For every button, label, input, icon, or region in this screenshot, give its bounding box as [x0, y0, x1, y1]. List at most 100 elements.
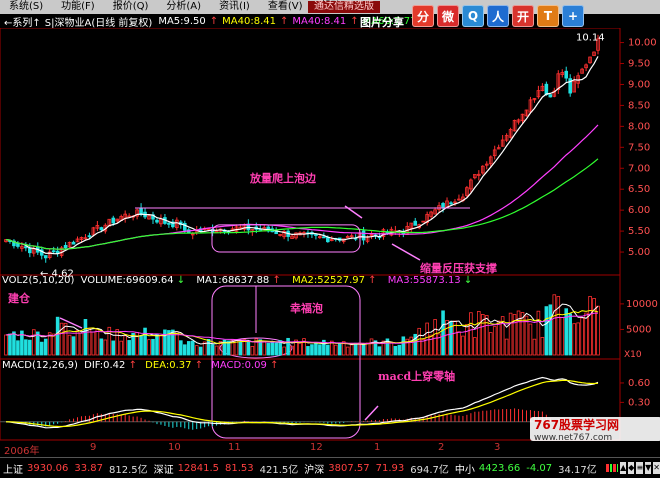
annot-macd-cross: macd上穿零轴 [378, 370, 456, 383]
ma5-line [5, 56, 599, 255]
status-change-2: 71.93 [375, 462, 405, 474]
annot-breakout: 放量爬上泡边 [250, 172, 316, 185]
status-change-3: -4.07 [526, 462, 553, 474]
macd-dif-arrow: ↑ [128, 360, 137, 371]
promo-banner[interactable]: 通达信精选版 [308, 1, 380, 13]
candle-body [564, 70, 569, 79]
nav-arrows[interactable]: ←系列↑ [0, 14, 45, 29]
vol-ma1: MA1:68637.88 [196, 275, 270, 286]
volume-bar [469, 312, 473, 356]
renren-icon[interactable]: 人 [487, 5, 509, 27]
volume-bar [55, 316, 60, 356]
volume-bar [508, 312, 513, 356]
price-axis-label-7: 6.50 [628, 184, 650, 195]
statusbar-tool-icon-2[interactable]: ≡ [636, 462, 644, 474]
volume-bar [28, 339, 32, 356]
share-a-icon[interactable]: 分 [412, 5, 434, 27]
ma40b-arrow: ↑ [350, 15, 359, 27]
statusbar-tool-icon-0[interactable]: ▲ [620, 462, 627, 474]
volume-bar [536, 310, 541, 356]
volume-bar [477, 311, 481, 356]
tianya-icon[interactable]: T [537, 5, 559, 27]
menu-item-3[interactable]: 分析(A) [157, 0, 210, 14]
price-axis-label-6: 7.00 [628, 163, 650, 174]
volume-bar [306, 346, 310, 356]
volume-bar [95, 328, 100, 356]
statusbar-tool-icon-4[interactable]: ✕ [653, 462, 660, 474]
volume-bar [564, 308, 569, 356]
menu-item-1[interactable]: 功能(F) [52, 0, 104, 14]
volume-bar [492, 326, 497, 356]
volume-bar [99, 338, 104, 356]
volume-bar [210, 344, 215, 356]
volume-bar [333, 344, 338, 356]
volume-bar [588, 296, 592, 356]
volume-bar [262, 341, 267, 356]
weibo-icon[interactable]: 微 [437, 5, 459, 27]
volume-bar [179, 340, 183, 356]
volume-bar [127, 340, 131, 356]
volume-bar [365, 342, 370, 356]
site-watermark: 767股票学习网 www.net767.com [530, 417, 660, 443]
volume-bar [540, 336, 545, 356]
macd-axis-label-0: 0.60 [628, 378, 650, 389]
volume-bar [71, 336, 76, 356]
candle-body [449, 202, 453, 205]
candle-body [63, 245, 68, 249]
candle-body [548, 94, 553, 98]
menu-item-2[interactable]: 报价(Q) [104, 0, 158, 14]
volume-bar [433, 319, 437, 356]
candle-body [16, 243, 20, 247]
qq-weibo-icon[interactable]: Q [462, 5, 484, 27]
watermark-title: 767股票学习网 [534, 417, 620, 432]
volume-bar [560, 317, 565, 356]
volume-bar [39, 341, 44, 356]
macd-histogram [9, 408, 599, 430]
statusbar-tool-icon-3[interactable]: ▼ [645, 462, 652, 474]
candle-body [322, 236, 326, 239]
macd-dea: DEA:0.37 [145, 360, 192, 371]
volume-bar [516, 310, 521, 356]
menu-item-0[interactable]: 系统(S) [0, 0, 52, 14]
index-status-bar: 上证 3930.06 33.87 812.5亿 深证 12841.5 81.53 421.5亿… [0, 457, 660, 478]
kline-chart[interactable]: 10.00 9.50 9.00 8.50 8.00 7.50 7.00 6.50 6.00 5.5… [0, 28, 660, 470]
candle-body [326, 237, 330, 243]
kaixin-icon[interactable]: 开 [512, 5, 534, 27]
volume-bar [246, 340, 251, 356]
volume-bar [457, 331, 461, 356]
menu-item-4[interactable]: 资讯(I) [210, 0, 259, 14]
volume-bar [143, 327, 147, 356]
time-label-7: 3 [494, 442, 501, 453]
volume-bar [389, 342, 394, 356]
statusbar-tool-icon-1[interactable]: ◆ [628, 462, 635, 474]
candle-body [544, 83, 549, 95]
volume-bar [250, 346, 255, 356]
status-value-0: 3930.06 [27, 462, 69, 474]
ma40-arrow: ↑ [280, 15, 289, 27]
volume-bar [576, 322, 580, 356]
status-value-3: 4423.66 [478, 462, 521, 474]
stock-title: S|深物业A(日线 前复权) [44, 17, 153, 29]
macd-axis-label-1: 0.30 [628, 397, 650, 408]
volume-bar [274, 342, 278, 356]
menu-item-5[interactable]: 查看(V) [259, 0, 312, 14]
volume-bar [548, 304, 553, 356]
volume-bar [147, 339, 151, 356]
support-pointer [391, 243, 421, 261]
volume-bar [163, 329, 167, 356]
price-axis-label-3: 8.50 [628, 100, 650, 111]
volume-bar [206, 339, 211, 356]
volume-bar [270, 342, 274, 356]
plus-share-icon[interactable]: + [562, 5, 584, 27]
volume-bar [318, 344, 322, 356]
macd-dea-arrow: ↑ [194, 360, 204, 371]
volume-bar [445, 319, 449, 356]
volume-bar [298, 342, 302, 356]
volume-bar [349, 344, 354, 356]
candle-body [314, 234, 318, 236]
vol-ma1-arrow: ↑ [272, 275, 281, 286]
time-label-2: 10 [168, 442, 181, 453]
market-breadth-indicator [605, 464, 619, 472]
volume-bar [488, 332, 493, 356]
annot-build: 建仓 [8, 292, 30, 305]
